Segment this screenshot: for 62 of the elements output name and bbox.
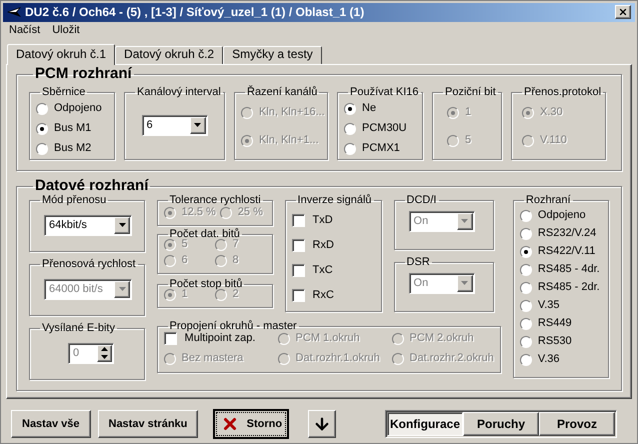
window-title: DU2 č.6 / Och64 - (5) , [1-3] / Síťový_uzel_1 (1) / Oblast_1 (1) [25, 6, 366, 19]
radio-option[interactable]: Bus M2 [36, 138, 108, 159]
close-icon [618, 7, 628, 18]
mode-button[interactable]: Provoz [539, 412, 615, 436]
app-icon [7, 7, 21, 18]
radio-option[interactable]: RS485 - 4dr. [520, 260, 602, 279]
radio-option[interactable]: Bus M1 [36, 118, 108, 139]
mode-button[interactable]: Konfigurace [387, 412, 463, 436]
group-title: DCD/I [406, 194, 436, 206]
checkbox-option[interactable]: TxD [292, 210, 375, 231]
group-title: Kanálový interval [137, 86, 221, 98]
radio-option[interactable]: RS422/V.11 [520, 242, 602, 261]
caret-icon [118, 223, 126, 228]
down-arrow-icon [313, 415, 332, 434]
dropdown[interactable]: 64kbit/s [44, 214, 132, 236]
group-title: Rozhraní [526, 194, 571, 206]
checkbox-option[interactable]: RxD [292, 236, 375, 256]
tab[interactable]: Datový okruh č.2 [115, 46, 224, 64]
down-arrow-icon [101, 354, 108, 359]
mode-button[interactable]: Poruchy [463, 412, 539, 436]
group-title: Datové rozhraní [35, 176, 148, 194]
radio-option[interactable]: RS530 [520, 332, 602, 351]
group-title: Používat KI16 [350, 86, 418, 98]
menu-item[interactable]: Uložit [52, 24, 80, 38]
tab[interactable]: Smyčky a testy [223, 46, 322, 64]
close-button[interactable] [615, 5, 631, 20]
checkbox-option[interactable]: TxC [292, 260, 375, 281]
radio-option[interactable]: PCMX1 [344, 138, 416, 159]
caret-icon [461, 219, 468, 224]
action-button[interactable]: Nastav vše [11, 410, 90, 438]
group-title: Sběrnice [42, 86, 86, 98]
dropdown-arrow-button[interactable] [114, 216, 130, 234]
group-title: Řazení kanálů [247, 86, 318, 98]
caret-icon [194, 123, 201, 128]
radio-option[interactable]: RS449 [520, 314, 602, 333]
group-title: Mód přenosu [42, 194, 106, 206]
radio-option[interactable]: RS485 - 2dr. [520, 278, 602, 297]
down-arrow-button[interactable] [308, 410, 336, 438]
checkbox-option[interactable]: RxC [292, 286, 375, 306]
menu-item[interactable]: Načíst [9, 24, 40, 38]
cancel-button[interactable]: Storno [213, 409, 290, 440]
radio-option[interactable]: Odpojeno [36, 98, 108, 119]
up-arrow-icon [101, 347, 108, 352]
radio-option[interactable]: RS232/V.24 [520, 224, 602, 243]
radio-option[interactable]: PCM30U [344, 118, 416, 139]
radio-option[interactable]: V.35 [520, 296, 602, 315]
tab[interactable]: Datový okruh č.1 [7, 44, 116, 65]
radio-option[interactable]: Odpojeno [520, 206, 602, 225]
group-title: PCM rozhraní [35, 64, 132, 82]
group-title: DSR [406, 256, 430, 268]
action-button[interactable]: Nastav stránku [98, 410, 198, 438]
radio-option[interactable]: V.36 [520, 350, 602, 369]
caret-icon [461, 281, 468, 286]
caret-icon [118, 287, 126, 292]
dropdown-arrow-button[interactable] [190, 116, 206, 134]
group-title: Inverze signálů [298, 194, 372, 206]
radio-option[interactable]: Ne [344, 98, 416, 119]
group-title: Poziční bit [445, 86, 496, 98]
group-title: Přenos.protokol [524, 86, 602, 98]
group-title: Přenosová rychlost [42, 258, 136, 270]
dropdown[interactable]: 6 [142, 114, 208, 136]
group-title: Vysílané E-bity [42, 322, 115, 334]
